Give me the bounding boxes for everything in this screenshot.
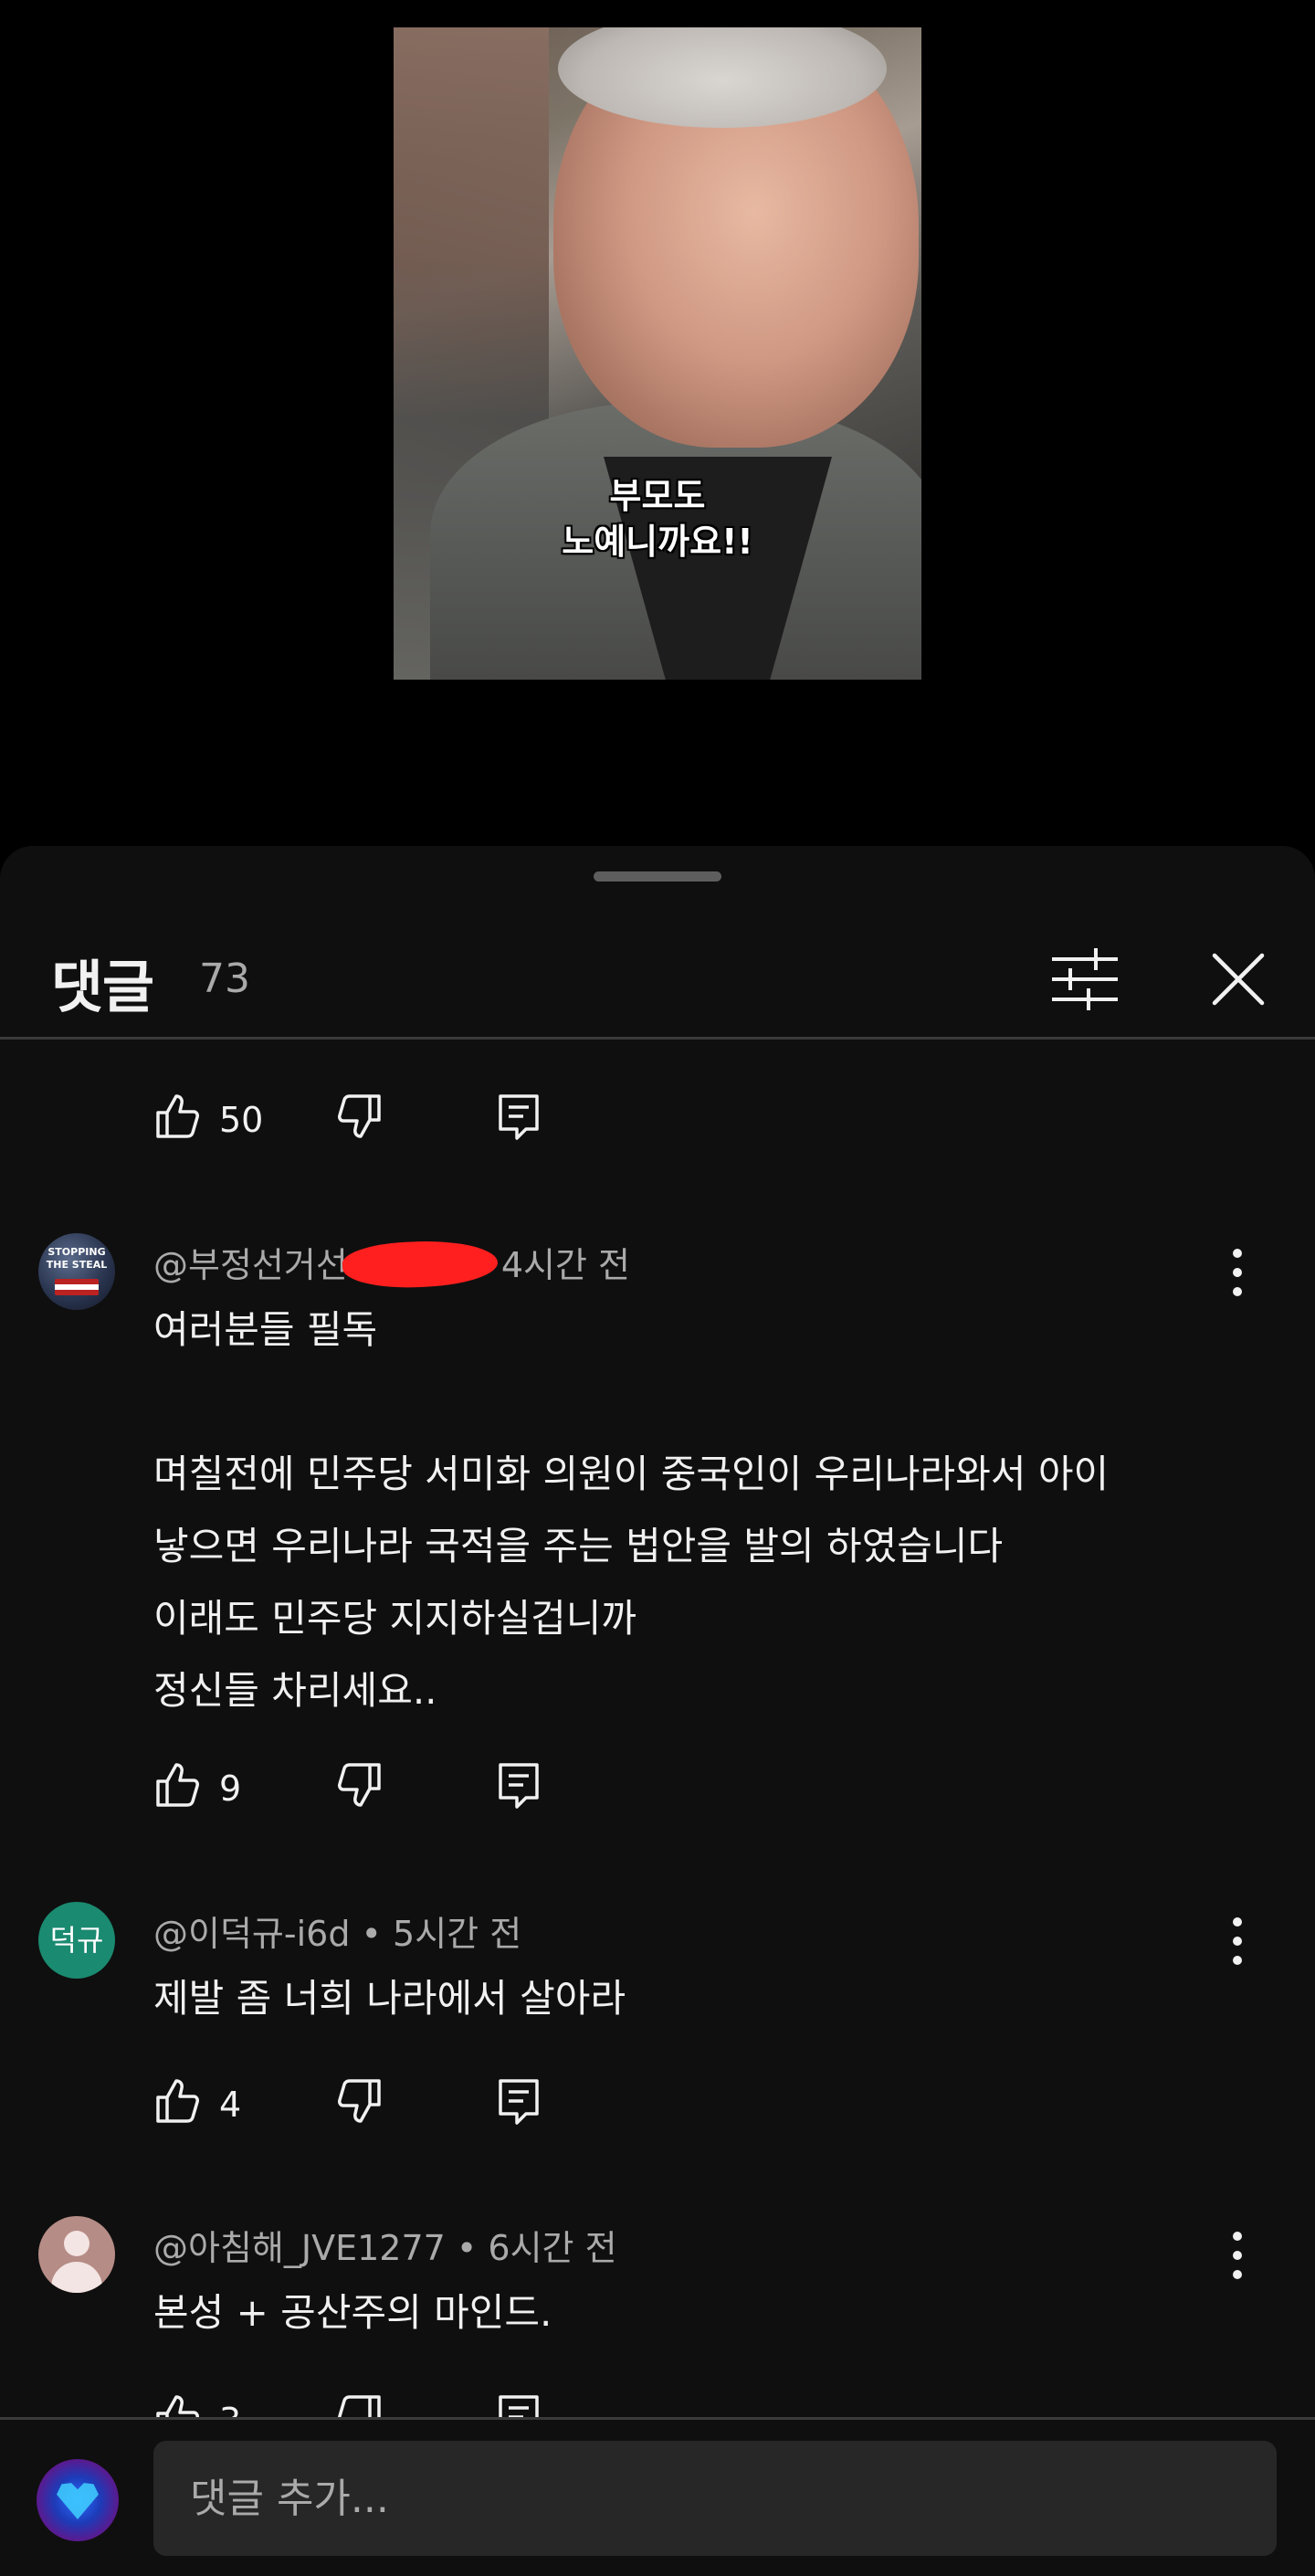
comment-author[interactable]: @부정선거선 (153, 1245, 348, 1285)
input-divider (0, 2417, 1315, 2420)
avatar[interactable] (38, 2216, 115, 2293)
dislike-button[interactable] (332, 1091, 384, 1142)
video-subtitle: 부모도 노예니까요!! (394, 473, 921, 565)
more-vert-icon (1233, 2232, 1242, 2279)
video-player[interactable]: 부모도 노예니까요!! (394, 27, 921, 680)
comment-time: 4시간 전 (500, 1245, 630, 1285)
thumbs-up-icon (156, 1094, 199, 1138)
more-options-button[interactable] (1215, 2223, 1260, 2287)
dislike-button[interactable] (332, 1759, 384, 1811)
like-button[interactable] (153, 1091, 205, 1142)
dislike-button[interactable] (332, 2075, 384, 2127)
comments-count: 73 (199, 955, 250, 1002)
comment-actions: 4 (153, 2075, 573, 2130)
flag-icon (55, 1279, 99, 1295)
reply-button[interactable] (493, 1091, 544, 1142)
comment-text: 제발 좀 너희 나라에서 살아라 (153, 1976, 626, 2021)
reply-icon (499, 2079, 539, 2125)
comment-actions: 50 (153, 1091, 573, 1145)
more-vert-icon (1233, 1917, 1242, 1965)
reply-button[interactable] (493, 1759, 544, 1811)
add-comment-input[interactable] (153, 2441, 1277, 2556)
comment-meta: @이덕규-i6d • 5시간 전 (153, 1914, 522, 1954)
tune-icon (1052, 948, 1118, 1010)
video-subtitle-line-2: 노예니까요!! (562, 522, 753, 562)
avatar[interactable]: 덕규 (38, 1902, 115, 1979)
thumbs-down-icon (338, 2079, 381, 2123)
drag-handle[interactable] (594, 871, 721, 882)
comment-text: 여러분들 필독 며칠전에 민주당 서미화 의원이 중국인이 우리나라와서 아이 … (153, 1307, 1110, 1713)
reply-button[interactable] (493, 2075, 544, 2127)
thumbs-up-icon (156, 1763, 199, 1807)
heart-icon (57, 2483, 99, 2519)
current-user-avatar[interactable] (37, 2459, 119, 2541)
like-count: 4 (219, 2085, 242, 2125)
thumbs-down-icon (338, 1763, 381, 1807)
avatar[interactable]: STOPPING THE STEAL (38, 1233, 115, 1310)
video-subtitle-line-1: 부모도 (609, 476, 706, 516)
comment-meta: @아침해_JVE1277 • 6시간 전 (153, 2228, 617, 2268)
person-icon-head (64, 2231, 89, 2256)
person-icon-body (51, 2262, 102, 2293)
like-count: 9 (219, 1768, 242, 1809)
like-count: 50 (219, 1100, 264, 1140)
header-divider (0, 1037, 1315, 1040)
comment-input-bar (0, 2417, 1315, 2576)
comment-author[interactable]: @아침해_JVE1277 (153, 2228, 446, 2268)
close-icon (1212, 953, 1265, 1006)
more-vert-icon (1233, 1249, 1242, 1296)
reply-icon (499, 1094, 539, 1140)
like-button[interactable] (153, 2075, 205, 2127)
more-options-button[interactable] (1215, 1240, 1260, 1304)
thumbs-down-icon (338, 1094, 381, 1138)
like-button[interactable] (153, 1759, 205, 1811)
avatar-text: STOPPING (47, 1246, 106, 1258)
comments-title: 댓글 (51, 954, 154, 1020)
redaction-mark (341, 1237, 500, 1291)
comment-actions: 9 (153, 1759, 573, 1814)
more-options-button[interactable] (1215, 1909, 1260, 1973)
comments-header: 댓글 73 (0, 919, 1315, 1038)
thumbs-up-icon (156, 2079, 199, 2123)
comment-time: 5시간 전 (393, 1914, 522, 1954)
close-button[interactable] (1202, 943, 1275, 1016)
avatar-text: THE STEAL (46, 1259, 108, 1271)
reply-icon (499, 1763, 539, 1809)
comment-author[interactable]: @이덕규-i6d (153, 1914, 350, 1954)
comment-text: 본성 + 공산주의 마인드. (153, 2290, 552, 2335)
comments-sheet: 댓글 73 50 STOPPING THE STEAL @부정선거선 4시간 전… (0, 846, 1315, 2576)
comment-meta: @부정선거선 4시간 전 (153, 1237, 630, 1291)
sort-filter-button[interactable] (1048, 943, 1121, 1016)
comment-time: 6시간 전 (488, 2228, 617, 2268)
